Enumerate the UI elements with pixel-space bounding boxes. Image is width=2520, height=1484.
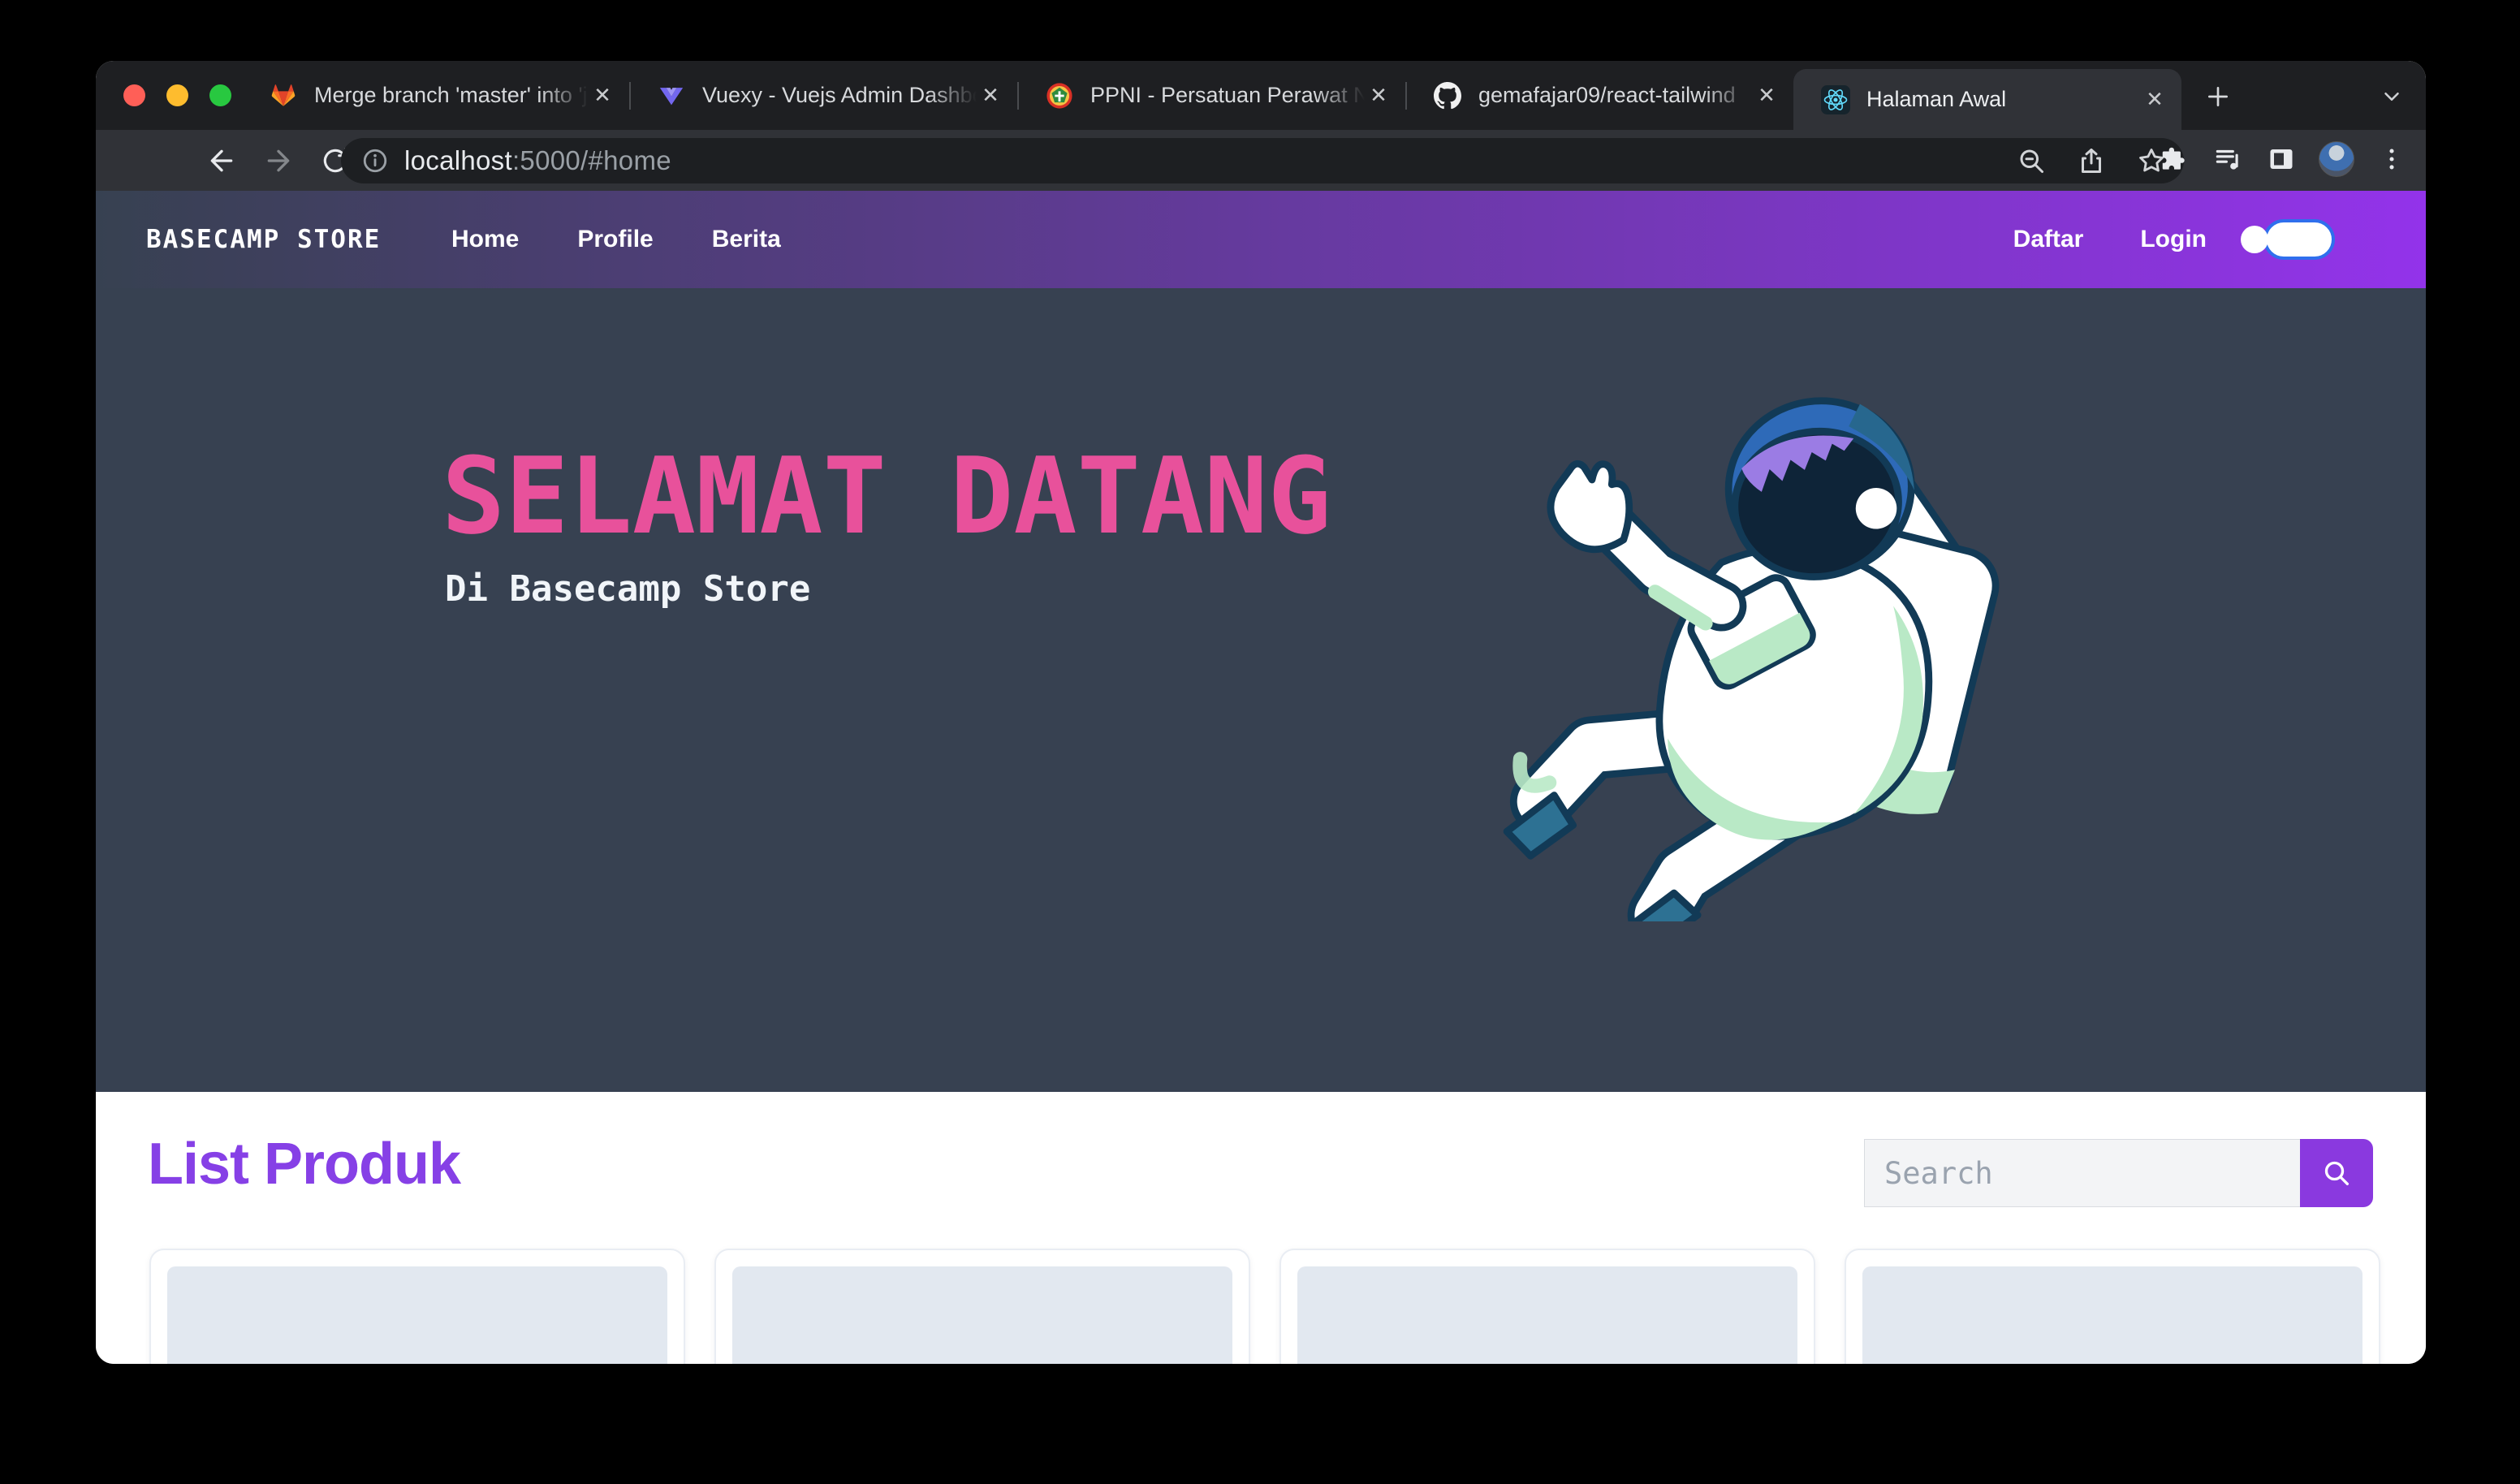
profile-avatar[interactable]	[2319, 141, 2354, 177]
search-icon	[2320, 1157, 2353, 1189]
product-card[interactable]	[149, 1249, 685, 1364]
tab-search-chevron-icon[interactable]	[2375, 80, 2408, 113]
nav-links: Home Profile Berita	[451, 226, 781, 253]
close-window-button[interactable]	[123, 84, 145, 106]
nav-actions: Daftar Login	[2013, 219, 2335, 260]
products-heading: List Produk	[148, 1131, 460, 1197]
github-icon	[1433, 81, 1462, 110]
zoom-window-button[interactable]	[209, 84, 231, 106]
tab-close-icon[interactable]: ✕	[1753, 82, 1780, 110]
tab-title: PPNI - Persatuan Perawat Nasi	[1090, 83, 1365, 108]
browser-toolbar: localhost:5000/#home	[96, 130, 2426, 191]
tab-close-icon[interactable]: ✕	[1365, 82, 1392, 110]
vuexy-icon	[657, 81, 686, 110]
nav-link-daftar[interactable]: Daftar	[2013, 226, 2084, 253]
toggle-knob	[2241, 226, 2268, 253]
product-card[interactable]	[1279, 1249, 1815, 1364]
nav-link-home[interactable]: Home	[451, 226, 519, 253]
product-image-placeholder	[167, 1266, 667, 1364]
minimize-window-button[interactable]	[166, 84, 188, 106]
tab-vuexy-dashboard[interactable]: Vuexy - Vuejs Admin Dashboar ✕	[629, 61, 1017, 130]
tab-ppni[interactable]: PPNI - Persatuan Perawat Nasi ✕	[1017, 61, 1405, 130]
tab-halaman-awal-active[interactable]: Halaman Awal ✕	[1793, 69, 2181, 130]
tab-title: Merge branch 'master' into 'jih	[314, 83, 589, 108]
forward-button[interactable]	[259, 141, 298, 180]
product-card-grid	[149, 1249, 2380, 1364]
tab-github-repo[interactable]: gemafajar09/react-tailwind ✕	[1405, 61, 1793, 130]
address-bar[interactable]: localhost:5000/#home	[341, 138, 2184, 183]
hero-subtitle: Di Basecamp Store	[445, 568, 810, 610]
product-image-placeholder	[1297, 1266, 1797, 1364]
product-card[interactable]	[1845, 1249, 2380, 1364]
react-icon	[1821, 85, 1850, 114]
hero-section: SELAMAT DATANG Di Basecamp Store	[96, 288, 2426, 1092]
macos-window-controls[interactable]	[123, 84, 231, 106]
url-host: localhost	[404, 145, 512, 175]
tab-gitlab-merge-branch[interactable]: Merge branch 'master' into 'jih ✕	[241, 61, 629, 130]
site-navbar: BASECAMP STORE Home Profile Berita Dafta…	[96, 191, 2426, 288]
site-info-icon[interactable]	[360, 146, 390, 175]
extensions-puzzle-icon[interactable]	[2158, 143, 2190, 175]
tab-close-icon[interactable]: ✕	[977, 82, 1004, 110]
products-section: List Produk	[96, 1092, 2426, 1364]
side-panel-icon[interactable]	[2265, 143, 2298, 175]
gitlab-icon	[269, 81, 298, 110]
browser-tab-strip: Merge branch 'master' into 'jih ✕ Vuexy …	[96, 61, 2426, 130]
new-tab-button[interactable]	[2200, 79, 2236, 114]
nav-link-berita[interactable]: Berita	[712, 226, 781, 253]
tab-title: gemafajar09/react-tailwind	[1478, 83, 1753, 108]
share-icon[interactable]	[2075, 145, 2108, 177]
tab-close-icon[interactable]: ✕	[2141, 86, 2168, 114]
product-image-placeholder	[732, 1266, 1232, 1364]
url-text: localhost:5000/#home	[404, 145, 671, 176]
search-input[interactable]	[1864, 1139, 2300, 1207]
nav-link-profile[interactable]: Profile	[577, 226, 653, 253]
product-image-placeholder	[1862, 1266, 2362, 1364]
theme-toggle-switch[interactable]	[2263, 219, 2335, 260]
playlist-extension-icon[interactable]	[2211, 143, 2244, 175]
nav-link-login[interactable]: Login	[2140, 226, 2207, 253]
search-button[interactable]	[2300, 1139, 2373, 1207]
product-card[interactable]	[714, 1249, 1250, 1364]
url-path: :5000/#home	[512, 145, 671, 175]
astronaut-illustration	[1453, 369, 2005, 921]
zoom-out-icon[interactable]	[2015, 145, 2048, 177]
tab-title: Halaman Awal	[1866, 87, 2141, 112]
back-button[interactable]	[202, 141, 241, 180]
tab-close-icon[interactable]: ✕	[589, 82, 616, 110]
tab-title: Vuexy - Vuejs Admin Dashboar	[702, 83, 977, 108]
search-bar	[1864, 1139, 2373, 1207]
ppni-icon	[1045, 81, 1074, 110]
kebab-menu-icon[interactable]	[2375, 143, 2408, 175]
hero-title: SELAMAT DATANG	[442, 434, 1331, 558]
browser-window: Merge branch 'master' into 'jih ✕ Vuexy …	[96, 61, 2426, 1364]
brand-logo[interactable]: BASECAMP STORE	[146, 225, 381, 254]
